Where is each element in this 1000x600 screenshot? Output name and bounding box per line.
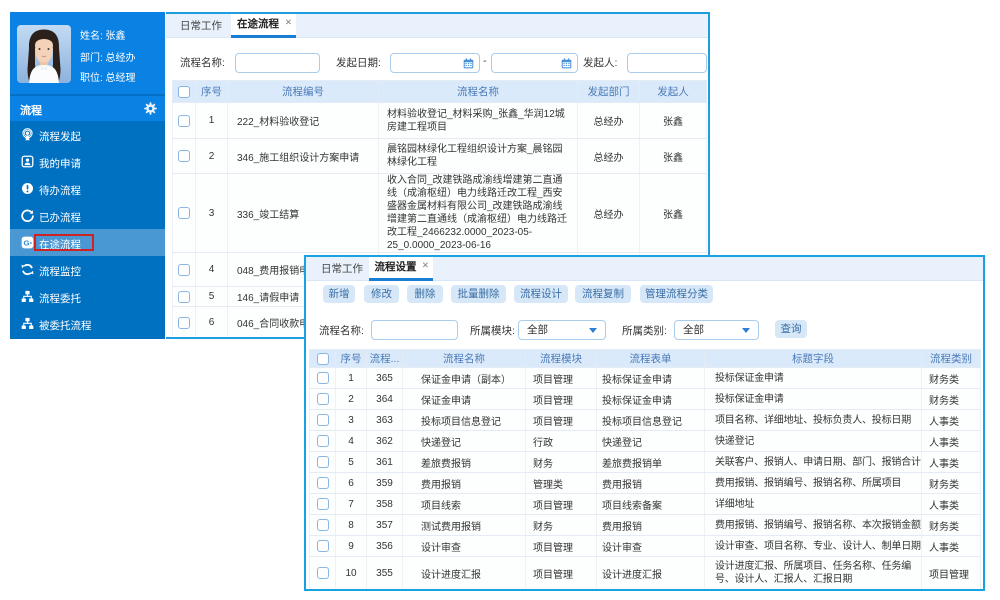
svg-text:G: G xyxy=(23,238,29,247)
